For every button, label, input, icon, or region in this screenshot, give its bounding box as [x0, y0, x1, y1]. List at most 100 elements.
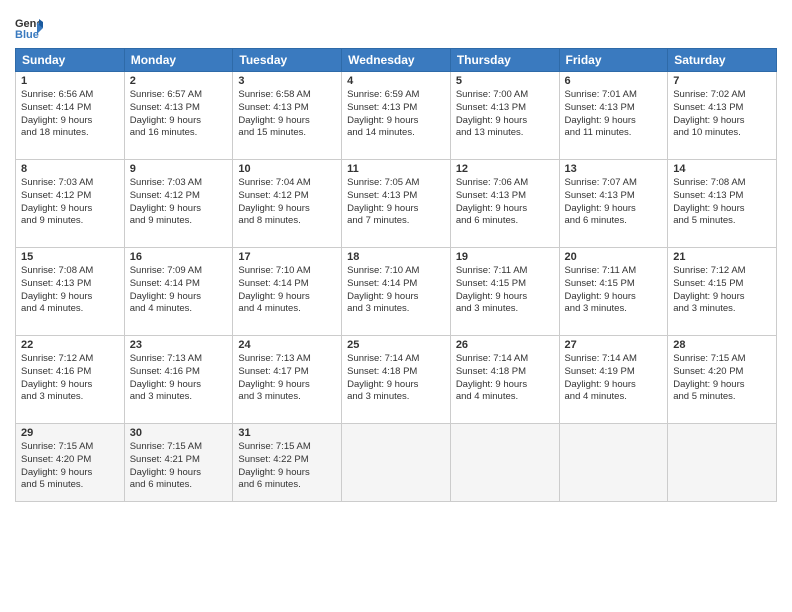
cell-content: Sunrise: 7:03 AM Sunset: 4:12 PM Dayligh… [21, 177, 119, 228]
cell-content: Sunrise: 7:15 AM Sunset: 4:20 PM Dayligh… [21, 441, 119, 492]
day-header-wednesday: Wednesday [342, 49, 451, 72]
day-number: 6 [565, 75, 663, 87]
cell-content: Sunrise: 7:14 AM Sunset: 4:19 PM Dayligh… [565, 353, 663, 404]
cell-content: Sunrise: 7:12 AM Sunset: 4:15 PM Dayligh… [673, 265, 771, 316]
day-number: 2 [130, 75, 228, 87]
logo-icon: General Blue [15, 14, 43, 42]
day-number: 10 [238, 163, 336, 175]
day-number: 26 [456, 339, 554, 351]
day-header-sunday: Sunday [16, 49, 125, 72]
header: General Blue [15, 10, 777, 42]
calendar-cell: 28 Sunrise: 7:15 AM Sunset: 4:20 PM Dayl… [668, 336, 777, 424]
cell-content: Sunrise: 7:05 AM Sunset: 4:13 PM Dayligh… [347, 177, 445, 228]
day-number: 1 [21, 75, 119, 87]
day-number: 5 [456, 75, 554, 87]
calendar-cell [342, 424, 451, 502]
calendar-cell: 10 Sunrise: 7:04 AM Sunset: 4:12 PM Dayl… [233, 160, 342, 248]
day-number: 21 [673, 251, 771, 263]
cell-content: Sunrise: 7:11 AM Sunset: 4:15 PM Dayligh… [456, 265, 554, 316]
calendar-cell: 14 Sunrise: 7:08 AM Sunset: 4:13 PM Dayl… [668, 160, 777, 248]
svg-text:Blue: Blue [15, 29, 39, 41]
calendar-cell: 21 Sunrise: 7:12 AM Sunset: 4:15 PM Dayl… [668, 248, 777, 336]
calendar-cell: 31 Sunrise: 7:15 AM Sunset: 4:22 PM Dayl… [233, 424, 342, 502]
cell-content: Sunrise: 7:10 AM Sunset: 4:14 PM Dayligh… [238, 265, 336, 316]
calendar-cell: 22 Sunrise: 7:12 AM Sunset: 4:16 PM Dayl… [16, 336, 125, 424]
calendar-cell: 29 Sunrise: 7:15 AM Sunset: 4:20 PM Dayl… [16, 424, 125, 502]
cell-content: Sunrise: 6:56 AM Sunset: 4:14 PM Dayligh… [21, 89, 119, 140]
cell-content: Sunrise: 7:13 AM Sunset: 4:16 PM Dayligh… [130, 353, 228, 404]
day-number: 7 [673, 75, 771, 87]
day-number: 23 [130, 339, 228, 351]
day-number: 18 [347, 251, 445, 263]
cell-content: Sunrise: 7:01 AM Sunset: 4:13 PM Dayligh… [565, 89, 663, 140]
cell-content: Sunrise: 7:00 AM Sunset: 4:13 PM Dayligh… [456, 89, 554, 140]
day-number: 24 [238, 339, 336, 351]
day-header-thursday: Thursday [450, 49, 559, 72]
week-row-4: 22 Sunrise: 7:12 AM Sunset: 4:16 PM Dayl… [16, 336, 777, 424]
calendar-cell: 26 Sunrise: 7:14 AM Sunset: 4:18 PM Dayl… [450, 336, 559, 424]
cell-content: Sunrise: 7:14 AM Sunset: 4:18 PM Dayligh… [456, 353, 554, 404]
day-number: 13 [565, 163, 663, 175]
day-number: 8 [21, 163, 119, 175]
header-row: SundayMondayTuesdayWednesdayThursdayFrid… [16, 49, 777, 72]
cell-content: Sunrise: 7:08 AM Sunset: 4:13 PM Dayligh… [21, 265, 119, 316]
day-number: 22 [21, 339, 119, 351]
calendar-cell: 15 Sunrise: 7:08 AM Sunset: 4:13 PM Dayl… [16, 248, 125, 336]
day-header-friday: Friday [559, 49, 668, 72]
cell-content: Sunrise: 6:57 AM Sunset: 4:13 PM Dayligh… [130, 89, 228, 140]
calendar-cell: 7 Sunrise: 7:02 AM Sunset: 4:13 PM Dayli… [668, 72, 777, 160]
calendar-cell: 13 Sunrise: 7:07 AM Sunset: 4:13 PM Dayl… [559, 160, 668, 248]
day-number: 9 [130, 163, 228, 175]
calendar-cell: 6 Sunrise: 7:01 AM Sunset: 4:13 PM Dayli… [559, 72, 668, 160]
page: General Blue SundayMondayTuesdayWednesda… [0, 0, 792, 612]
calendar-cell: 8 Sunrise: 7:03 AM Sunset: 4:12 PM Dayli… [16, 160, 125, 248]
calendar-cell: 2 Sunrise: 6:57 AM Sunset: 4:13 PM Dayli… [124, 72, 233, 160]
calendar-cell: 5 Sunrise: 7:00 AM Sunset: 4:13 PM Dayli… [450, 72, 559, 160]
cell-content: Sunrise: 7:02 AM Sunset: 4:13 PM Dayligh… [673, 89, 771, 140]
calendar-cell [668, 424, 777, 502]
day-number: 25 [347, 339, 445, 351]
cell-content: Sunrise: 7:08 AM Sunset: 4:13 PM Dayligh… [673, 177, 771, 228]
calendar-cell: 24 Sunrise: 7:13 AM Sunset: 4:17 PM Dayl… [233, 336, 342, 424]
day-number: 20 [565, 251, 663, 263]
calendar-cell: 25 Sunrise: 7:14 AM Sunset: 4:18 PM Dayl… [342, 336, 451, 424]
day-number: 27 [565, 339, 663, 351]
day-number: 29 [21, 427, 119, 439]
cell-content: Sunrise: 7:10 AM Sunset: 4:14 PM Dayligh… [347, 265, 445, 316]
day-header-saturday: Saturday [668, 49, 777, 72]
calendar-cell: 9 Sunrise: 7:03 AM Sunset: 4:12 PM Dayli… [124, 160, 233, 248]
cell-content: Sunrise: 7:06 AM Sunset: 4:13 PM Dayligh… [456, 177, 554, 228]
cell-content: Sunrise: 7:12 AM Sunset: 4:16 PM Dayligh… [21, 353, 119, 404]
week-row-1: 1 Sunrise: 6:56 AM Sunset: 4:14 PM Dayli… [16, 72, 777, 160]
day-number: 14 [673, 163, 771, 175]
day-header-tuesday: Tuesday [233, 49, 342, 72]
cell-content: Sunrise: 7:15 AM Sunset: 4:22 PM Dayligh… [238, 441, 336, 492]
cell-content: Sunrise: 7:11 AM Sunset: 4:15 PM Dayligh… [565, 265, 663, 316]
calendar-cell: 1 Sunrise: 6:56 AM Sunset: 4:14 PM Dayli… [16, 72, 125, 160]
cell-content: Sunrise: 7:04 AM Sunset: 4:12 PM Dayligh… [238, 177, 336, 228]
calendar-cell: 27 Sunrise: 7:14 AM Sunset: 4:19 PM Dayl… [559, 336, 668, 424]
day-number: 4 [347, 75, 445, 87]
calendar-cell: 11 Sunrise: 7:05 AM Sunset: 4:13 PM Dayl… [342, 160, 451, 248]
calendar-cell: 18 Sunrise: 7:10 AM Sunset: 4:14 PM Dayl… [342, 248, 451, 336]
calendar-cell: 16 Sunrise: 7:09 AM Sunset: 4:14 PM Dayl… [124, 248, 233, 336]
calendar-cell: 3 Sunrise: 6:58 AM Sunset: 4:13 PM Dayli… [233, 72, 342, 160]
cell-content: Sunrise: 7:07 AM Sunset: 4:13 PM Dayligh… [565, 177, 663, 228]
calendar-body: 1 Sunrise: 6:56 AM Sunset: 4:14 PM Dayli… [16, 72, 777, 502]
calendar-cell: 30 Sunrise: 7:15 AM Sunset: 4:21 PM Dayl… [124, 424, 233, 502]
calendar-cell: 17 Sunrise: 7:10 AM Sunset: 4:14 PM Dayl… [233, 248, 342, 336]
day-header-monday: Monday [124, 49, 233, 72]
week-row-3: 15 Sunrise: 7:08 AM Sunset: 4:13 PM Dayl… [16, 248, 777, 336]
calendar-cell [450, 424, 559, 502]
day-number: 11 [347, 163, 445, 175]
day-number: 16 [130, 251, 228, 263]
calendar-cell: 12 Sunrise: 7:06 AM Sunset: 4:13 PM Dayl… [450, 160, 559, 248]
day-number: 15 [21, 251, 119, 263]
cell-content: Sunrise: 7:15 AM Sunset: 4:20 PM Dayligh… [673, 353, 771, 404]
day-number: 28 [673, 339, 771, 351]
calendar-cell: 19 Sunrise: 7:11 AM Sunset: 4:15 PM Dayl… [450, 248, 559, 336]
day-number: 30 [130, 427, 228, 439]
cell-content: Sunrise: 6:59 AM Sunset: 4:13 PM Dayligh… [347, 89, 445, 140]
cell-content: Sunrise: 7:15 AM Sunset: 4:21 PM Dayligh… [130, 441, 228, 492]
calendar: SundayMondayTuesdayWednesdayThursdayFrid… [15, 48, 777, 502]
